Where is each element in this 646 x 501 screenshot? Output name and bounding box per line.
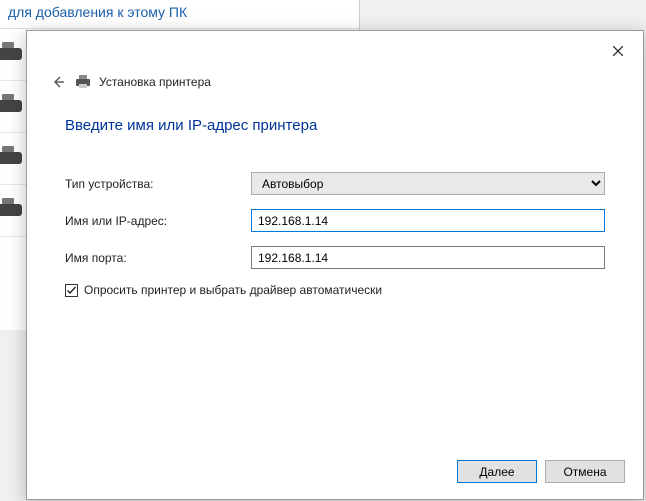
port-input[interactable]	[251, 246, 605, 269]
wizard-title: Установка принтера	[99, 75, 211, 89]
close-button[interactable]	[603, 39, 633, 63]
printer-icon	[0, 46, 22, 64]
dialog-content: Введите имя или IP-адрес принтера Тип ус…	[27, 99, 643, 446]
query-printer-checkbox[interactable]	[65, 284, 78, 297]
background-window-title: для добавления к этому ПК	[0, 0, 359, 29]
checkmark-icon	[66, 285, 77, 296]
printer-icon	[0, 202, 22, 220]
device-type-row: Тип устройства: Автовыбор	[65, 172, 605, 195]
printer-icon	[0, 98, 22, 116]
add-printer-dialog: Установка принтера Введите имя или IP-ад…	[26, 30, 644, 500]
hostname-input[interactable]	[251, 209, 605, 232]
back-arrow-icon	[51, 75, 65, 89]
cancel-button[interactable]: Отмена	[545, 460, 625, 483]
port-row: Имя порта:	[65, 246, 605, 269]
dialog-footer: Далее Отмена	[27, 446, 643, 499]
printer-icon	[0, 150, 22, 168]
query-printer-checkbox-row: Опросить принтер и выбрать драйвер автом…	[65, 283, 605, 297]
wizard-header: Установка принтера	[27, 31, 643, 99]
close-icon	[613, 46, 623, 56]
next-button[interactable]: Далее	[457, 460, 537, 483]
device-type-label: Тип устройства:	[65, 177, 251, 191]
back-button[interactable]	[49, 73, 67, 91]
device-type-select[interactable]: Автовыбор	[251, 172, 605, 195]
instruction-text: Введите имя или IP-адрес принтера	[65, 117, 605, 134]
port-label: Имя порта:	[65, 251, 251, 265]
hostname-row: Имя или IP-адрес:	[65, 209, 605, 232]
hostname-label: Имя или IP-адрес:	[65, 214, 251, 228]
query-printer-checkbox-label: Опросить принтер и выбрать драйвер автом…	[84, 283, 382, 297]
printer-icon	[75, 75, 91, 89]
